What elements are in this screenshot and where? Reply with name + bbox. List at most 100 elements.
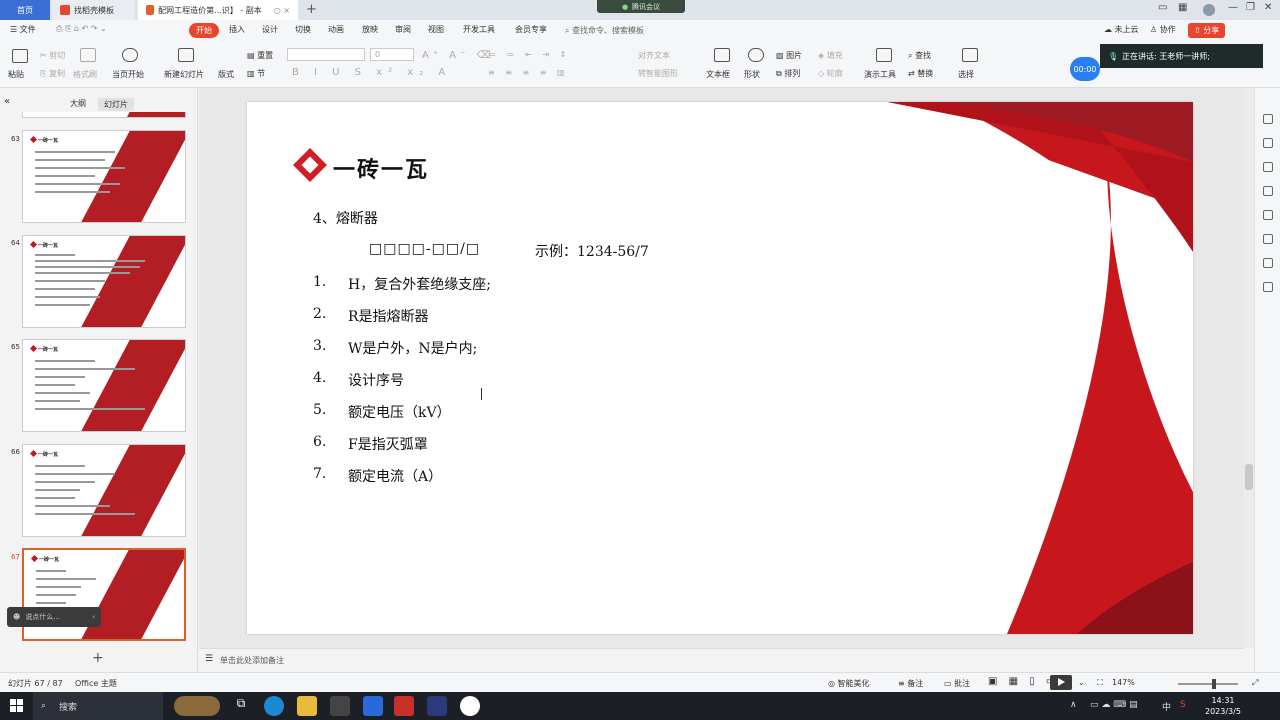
play-slideshow-icon[interactable] [1050, 675, 1072, 690]
chat-input[interactable]: ☻ 说点什么... ‹ [7, 607, 101, 627]
font-family-select[interactable] [287, 48, 365, 61]
add-slide-icon[interactable]: + [92, 650, 104, 666]
menu-review[interactable]: 审阅 [395, 24, 411, 35]
windows-start-icon[interactable] [10, 699, 23, 712]
text-format-icons[interactable]: B I U S x² x₂ A [292, 67, 451, 78]
comment-button[interactable]: ▭ 批注 [944, 678, 970, 689]
notes-button[interactable]: ≡ 备注 [898, 678, 923, 689]
play-options-icon[interactable]: ⌄ [1078, 678, 1085, 687]
vertical-scrollbar[interactable] [1244, 88, 1254, 648]
copy-icon[interactable] [1263, 186, 1273, 196]
menu-slideshow[interactable]: 放映 [362, 24, 378, 35]
shape-button[interactable]: 形状 [744, 69, 760, 80]
menu-transition[interactable]: 切换 [295, 24, 311, 35]
tray-chevron-icon[interactable]: ∧ [1070, 700, 1077, 710]
new-slide-button[interactable]: 新建幻灯片 [164, 69, 204, 80]
sliders-icon[interactable] [1263, 138, 1273, 148]
media-app-icon[interactable] [460, 696, 480, 716]
menu-insert[interactable]: 插入 [229, 24, 245, 35]
restore-icon[interactable]: ❐ [1246, 2, 1255, 13]
slide-heading[interactable]: 4、熔断器 [313, 208, 378, 228]
menu-design[interactable]: 设计 [262, 24, 278, 35]
reset-button[interactable]: ▤ 重置 [247, 50, 273, 61]
close-icon[interactable]: ✕ [1264, 2, 1272, 13]
slides-tab[interactable]: 幻灯片 [98, 98, 134, 111]
tab-home[interactable]: 首页 [0, 0, 50, 20]
zoom-slider[interactable] [1178, 683, 1238, 685]
fullscreen-icon[interactable]: ⤢ [1252, 678, 1258, 688]
scrollbar-thumb[interactable] [1245, 464, 1253, 490]
tab-template[interactable]: 找稻壳模板 [52, 0, 134, 20]
zoom-slider-handle[interactable] [1212, 679, 1216, 689]
calculator-icon[interactable] [330, 696, 350, 716]
slide-thumbnail-62[interactable] [22, 112, 186, 118]
format-painter-button[interactable]: 格式刷 [73, 69, 97, 80]
slide-thumbnail-66[interactable]: 一砖一瓦 [22, 444, 186, 537]
find-button[interactable]: ⌕ 查找 [908, 50, 931, 61]
chevron-left-icon[interactable]: ‹ [92, 613, 95, 621]
outline-button[interactable]: ◇ 轮廓 [818, 68, 843, 79]
menu-dev[interactable]: 开发工具 [463, 24, 495, 35]
quick-access-icons[interactable]: ⎙ ⎘ ⌂ ↶ ↷ ⌄ [56, 24, 107, 34]
photos-icon[interactable] [427, 696, 447, 716]
new-tab-icon[interactable]: + [306, 2, 317, 17]
meeting-app-icon[interactable] [363, 696, 383, 716]
list-item[interactable]: 设计序号 [348, 370, 404, 390]
textbox-button[interactable]: 文本框 [706, 69, 730, 80]
tab-document[interactable]: 配网工程造价第...识】 - 副本 ○ × [138, 0, 298, 20]
task-view-icon[interactable]: ⧉ [231, 696, 251, 716]
list-item[interactable]: W是户外，N是户内; [348, 338, 477, 358]
copy-button[interactable]: ⎘ 复制 [40, 68, 65, 79]
cut-button[interactable]: ✂ 剪切 [40, 50, 65, 61]
widget-icon[interactable] [174, 696, 220, 716]
menu-vip[interactable]: 会员专享 [515, 24, 547, 35]
minimize-icon[interactable]: — [1228, 2, 1238, 13]
slide-thumbnail-64[interactable]: 一砖一瓦 [22, 235, 186, 328]
list-item[interactable]: R是指熔断器 [348, 306, 429, 326]
image-icon[interactable] [1263, 210, 1273, 220]
font-size-select[interactable]: 0 [370, 48, 414, 61]
list-item[interactable]: 额定电压（kV） [348, 402, 451, 422]
collapse-panel-icon[interactable]: « [4, 96, 10, 107]
list-item[interactable]: F是指灭弧罩 [348, 434, 428, 454]
font-grow-icons[interactable]: A⁺ A⁻ ⌫ [422, 50, 495, 61]
share-button[interactable]: ⇧ 分享 [1188, 23, 1226, 38]
align-text-button[interactable]: 对齐文本 [638, 50, 670, 61]
slide-thumbnail-65[interactable]: 一砖一瓦 [22, 339, 186, 432]
list-icons[interactable]: ≔ ≔ ⇤ ⇥ ↕ [488, 50, 570, 59]
arrange-button[interactable]: ⧉ 排列 [776, 68, 800, 79]
clock[interactable]: 14:31 2023/3/5 [1205, 695, 1241, 717]
present-tools-button[interactable]: 演示工具 [864, 69, 896, 80]
edge-icon[interactable] [264, 696, 284, 716]
view-mode-icons[interactable]: ▣ ▦ ▯ ▭ [988, 676, 1059, 687]
menu-animation[interactable]: 动画 [328, 24, 344, 35]
slide-thumbnail-63[interactable]: 一砖一瓦 [22, 130, 186, 223]
file-explorer-icon[interactable] [297, 696, 317, 716]
section-button[interactable]: ▥ 节 [247, 68, 265, 79]
model-code[interactable]: □□□□-□□/□ [369, 241, 480, 257]
select-button[interactable]: 选择 [958, 69, 974, 80]
collab-button[interactable]: ♙ 协作 [1150, 24, 1176, 35]
menu-start[interactable]: 开始 [189, 23, 219, 38]
layout-icon[interactable]: ▭ [1158, 2, 1167, 13]
meeting-timer[interactable]: 00:00 [1070, 57, 1100, 81]
beautify-button[interactable]: ◎ 智能美化 [828, 678, 870, 689]
notes-pane[interactable]: ☰ 单击此处添加备注 [199, 648, 1244, 672]
wps-icon[interactable] [394, 696, 414, 716]
fill-button[interactable]: ◈ 填充 [818, 50, 843, 61]
tab-close-icon[interactable]: ○ × [274, 6, 290, 15]
menu-view[interactable]: 视图 [428, 24, 444, 35]
layout-button[interactable]: 版式 [218, 69, 234, 80]
model-example[interactable]: 示例：1234-56/7 [535, 241, 649, 261]
outline-tab[interactable]: 大纲 [70, 98, 86, 109]
avatar[interactable] [1203, 4, 1215, 16]
taskbar-search[interactable]: ⌕ 搜索 [33, 692, 163, 720]
picture-button[interactable]: ▨ 图片 [776, 50, 802, 61]
share-icon[interactable] [1263, 234, 1273, 244]
zoom-level[interactable]: 147% [1112, 678, 1135, 687]
settings-icon[interactable] [1263, 114, 1273, 124]
command-search[interactable]: ⌕ 查找命令、搜索模板 [565, 25, 644, 36]
meeting-indicator[interactable]: ● 腾讯会议 [597, 0, 685, 13]
list-item[interactable]: 额定电流（A） [348, 466, 442, 486]
from-current-button[interactable]: 当页开始 [112, 69, 144, 80]
